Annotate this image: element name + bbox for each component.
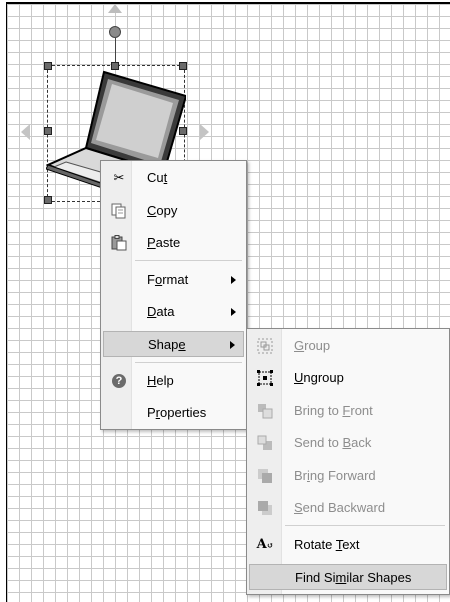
menu-item-accelerator: H bbox=[147, 373, 157, 388]
context-menu: ✂ Cut Copy Paste Format Data Shape ? Hel… bbox=[100, 160, 247, 430]
menu-item-label: ilar Shapes bbox=[346, 570, 412, 585]
ungroup-icon bbox=[257, 370, 273, 386]
menu-item-paste[interactable]: Paste bbox=[103, 230, 244, 256]
copy-icon bbox=[111, 203, 127, 219]
menu-item-accelerator: S bbox=[294, 500, 303, 515]
menu-item-accelerator: B bbox=[342, 435, 352, 450]
menu-item-label: rmat bbox=[162, 272, 189, 287]
connection-arrow-right-icon[interactable] bbox=[200, 124, 209, 140]
menu-item-help[interactable]: ? Help bbox=[103, 368, 244, 394]
submenu-item-send-to-back[interactable]: Send to Back bbox=[249, 430, 447, 456]
bring-to-front-icon bbox=[257, 403, 273, 419]
menu-item-accelerator: G bbox=[294, 338, 305, 353]
submenu-arrow-icon bbox=[230, 341, 235, 349]
menu-item-data[interactable]: Data bbox=[103, 299, 244, 325]
menu-item-label: Rotate bbox=[294, 537, 336, 552]
help-icon: ? bbox=[111, 373, 127, 389]
menu-item-label: ata bbox=[156, 304, 175, 319]
menu-item-format[interactable]: Format bbox=[103, 267, 244, 293]
paste-icon bbox=[111, 235, 127, 251]
resize-handle-top-left[interactable] bbox=[44, 62, 52, 70]
submenu-arrow-icon bbox=[231, 276, 236, 284]
submenu-item-ungroup[interactable]: Ungroup bbox=[249, 365, 447, 391]
rotation-handle-line bbox=[115, 38, 116, 64]
menu-item-label: ext bbox=[342, 537, 360, 552]
menu-item-label: Shap bbox=[148, 337, 179, 352]
resize-handle-top[interactable] bbox=[111, 62, 119, 70]
send-to-back-icon bbox=[257, 435, 273, 451]
menu-item-copy[interactable]: Copy bbox=[103, 198, 244, 224]
group-icon bbox=[257, 338, 273, 354]
submenu-item-group[interactable]: Group bbox=[249, 333, 447, 359]
submenu-arrow-icon bbox=[231, 308, 236, 316]
menu-item-label: F bbox=[147, 272, 155, 287]
menu-item-label: Find Si bbox=[295, 570, 336, 585]
send-backward-icon bbox=[257, 500, 273, 516]
menu-item-label: P bbox=[147, 405, 156, 420]
menu-item-label: aste bbox=[155, 235, 181, 250]
rotation-handle[interactable] bbox=[109, 26, 121, 38]
menu-item-label: Bring to bbox=[294, 403, 343, 418]
menu-item-accelerator: D bbox=[147, 304, 157, 319]
menu-item-accelerator: t bbox=[163, 170, 168, 185]
connection-arrow-left-icon[interactable] bbox=[21, 124, 30, 140]
menu-item-label: Cu bbox=[147, 170, 164, 185]
submenu-item-rotate-text[interactable]: A ↺ Rotate Text bbox=[249, 532, 447, 558]
connection-arrow-up-icon[interactable] bbox=[108, 4, 122, 13]
menu-item-accelerator: e bbox=[178, 337, 186, 352]
resize-handle-top-right[interactable] bbox=[179, 62, 187, 70]
menu-item-accelerator: C bbox=[147, 203, 157, 218]
shape-submenu: Group Ungroup Bring to Front Send to Bac… bbox=[246, 328, 450, 595]
scissors-icon: ✂ bbox=[113, 170, 125, 185]
bring-forward-icon bbox=[257, 468, 273, 484]
menu-item-label: elp bbox=[156, 373, 174, 388]
menu-item-properties[interactable]: Properties bbox=[103, 400, 244, 426]
menu-item-label: ront bbox=[350, 403, 373, 418]
submenu-item-find-similar-shapes[interactable]: Find Similar Shapes bbox=[249, 564, 447, 590]
menu-item-label: roup bbox=[304, 338, 331, 353]
menu-item-label: Br bbox=[294, 468, 307, 483]
menu-item-label: opy bbox=[156, 203, 178, 218]
menu-item-label: ngroup bbox=[303, 370, 344, 385]
menu-item-cut[interactable]: ✂ Cut bbox=[103, 165, 244, 191]
rotate-text-icon: A ↺ bbox=[256, 537, 274, 552]
menu-item-label: ng Forward bbox=[309, 468, 376, 483]
menu-item-label: end Backward bbox=[302, 500, 386, 515]
submenu-item-bring-to-front[interactable]: Bring to Front bbox=[249, 398, 447, 424]
menu-item-label: Send to bbox=[294, 435, 343, 450]
menu-item-accelerator: m bbox=[335, 570, 347, 585]
menu-item-label: operties bbox=[160, 405, 207, 420]
menu-item-accelerator: U bbox=[294, 370, 304, 385]
menu-separator bbox=[285, 525, 445, 526]
menu-item-label: ack bbox=[351, 435, 372, 450]
menu-item-accelerator: P bbox=[147, 235, 156, 250]
menu-separator bbox=[135, 260, 242, 261]
submenu-item-send-backward[interactable]: Send Backward bbox=[249, 495, 447, 521]
submenu-item-bring-forward[interactable]: Bring Forward bbox=[249, 463, 447, 489]
menu-item-shape[interactable]: Shape bbox=[103, 331, 244, 357]
menu-separator bbox=[135, 362, 242, 363]
